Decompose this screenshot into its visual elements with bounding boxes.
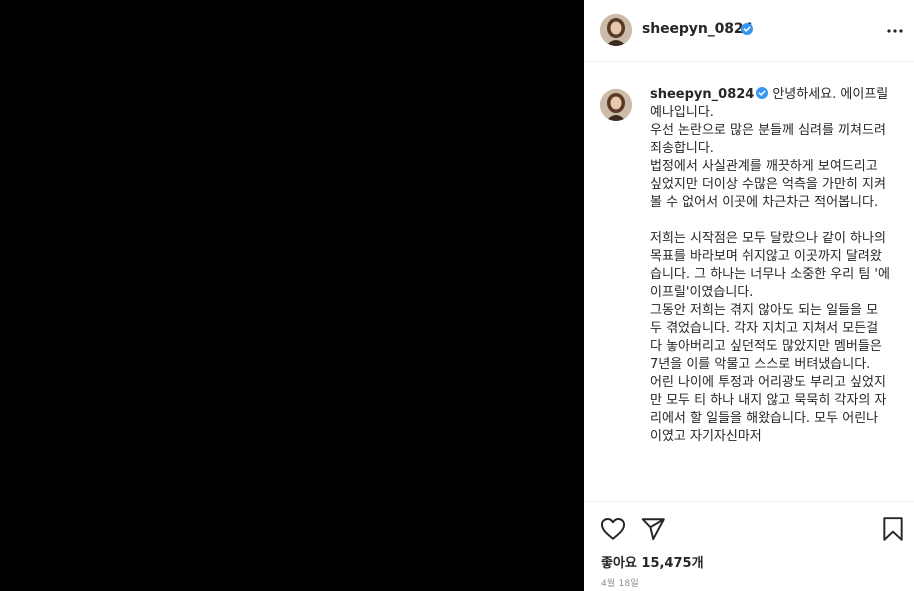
paper-plane-icon[interactable] (640, 516, 666, 542)
heart-icon[interactable] (600, 516, 626, 542)
verified-badge-icon (756, 87, 769, 99)
more-options-icon[interactable] (886, 22, 904, 40)
post-side-panel: sheepyn_0824 sheepyn_0824 안녕하세요. 에이프릴 예나입… (584, 0, 914, 591)
caption-text: 안녕하세요. 에이프릴 예나입니다. 우선 논란으로 많은 분들께 심려를 끼쳐… (650, 87, 890, 444)
avatar[interactable] (600, 14, 632, 46)
comments-section[interactable]: sheepyn_0824 안녕하세요. 에이프릴 예나입니다. 우선 논란으로 많… (584, 62, 914, 500)
avatar[interactable] (600, 89, 632, 121)
post-actions: 좋아요 15,475개 4월 18일 (584, 501, 914, 591)
likes-count[interactable]: 좋아요 15,475개 (601, 552, 704, 571)
bookmark-icon[interactable] (880, 516, 906, 542)
caption-username[interactable]: sheepyn_0824 (650, 87, 754, 102)
post-media[interactable] (0, 0, 584, 591)
verified-badge-icon (741, 23, 753, 35)
post-header: sheepyn_0824 (584, 0, 914, 62)
post-username[interactable]: sheepyn_0824 (642, 21, 753, 37)
post-caption: sheepyn_0824 안녕하세요. 에이프릴 예나입니다. 우선 논란으로 많… (650, 86, 890, 446)
post-date[interactable]: 4월 18일 (601, 576, 639, 589)
